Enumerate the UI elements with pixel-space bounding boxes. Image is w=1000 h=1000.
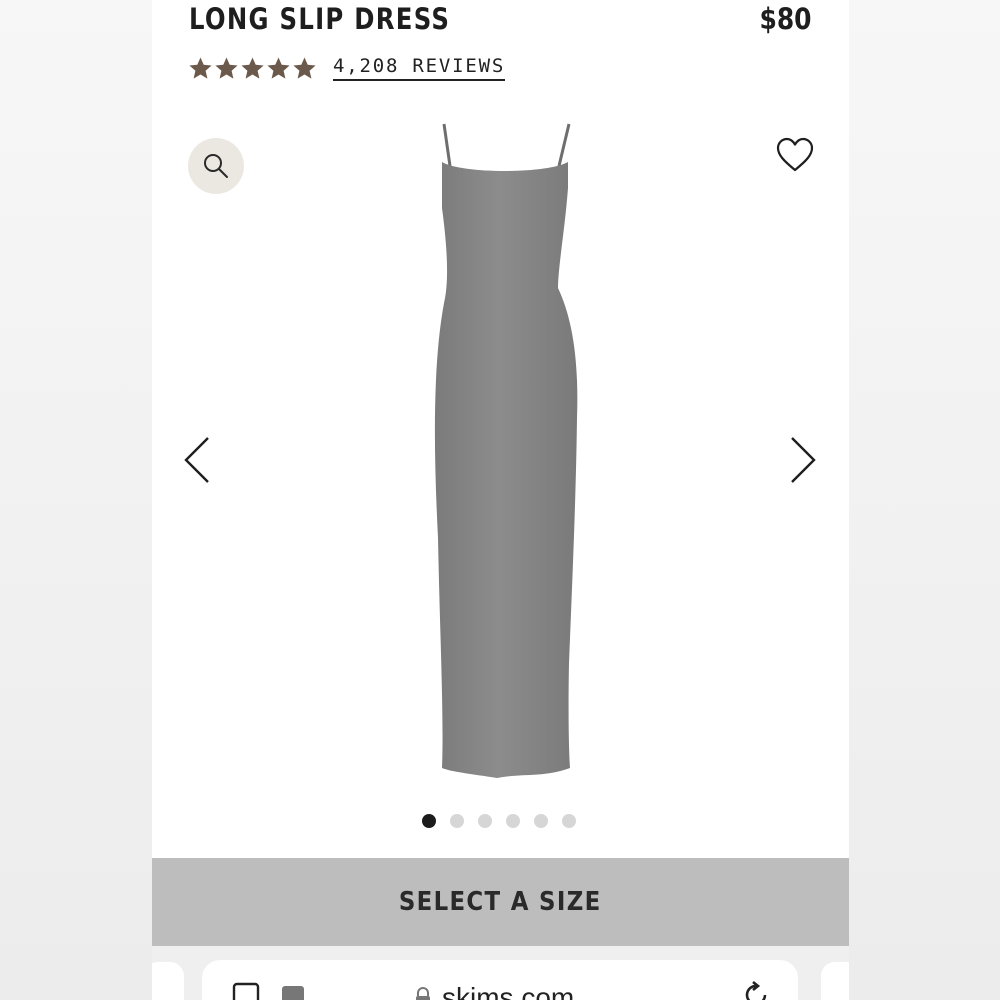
star-icon — [189, 57, 212, 79]
image-carousel-dots — [422, 814, 576, 828]
product-title: LONG SLIP DRESS — [189, 2, 451, 36]
reload-icon[interactable] — [744, 980, 770, 1000]
magnifier-icon — [204, 154, 228, 178]
product-price: $80 — [759, 2, 812, 36]
carousel-dot[interactable] — [506, 814, 520, 828]
next-tab-edge[interactable] — [821, 962, 849, 1000]
star-icon — [241, 57, 264, 79]
carousel-dot[interactable] — [478, 814, 492, 828]
star-rating — [188, 56, 317, 81]
tabs-icon[interactable] — [280, 982, 308, 1000]
heart-outline-icon — [776, 137, 814, 172]
carousel-dot[interactable] — [534, 814, 548, 828]
star-icon — [215, 57, 238, 79]
zoom-button[interactable] — [188, 138, 244, 194]
carousel-dot[interactable] — [422, 814, 436, 828]
star-icon — [267, 57, 290, 79]
product-page: LONG SLIP DRESS $80 4,208 REVIEWS SELECT… — [152, 0, 849, 1000]
address-bar[interactable]: skims.com — [202, 960, 798, 1000]
chevron-right-icon — [791, 437, 816, 483]
chevron-left-icon — [184, 437, 209, 483]
carousel-dot[interactable] — [450, 814, 464, 828]
star-icon — [293, 57, 316, 79]
url-text: skims.com — [442, 982, 575, 1000]
prev-tab-edge[interactable] — [152, 962, 184, 1000]
browser-toolbar: skims.com — [152, 946, 849, 1000]
rating-row: 4,208 REVIEWS — [188, 54, 506, 82]
prev-image-button[interactable] — [178, 432, 218, 488]
lock-icon — [416, 987, 430, 1000]
carousel-dot[interactable] — [562, 814, 576, 828]
product-image — [434, 123, 578, 778]
reader-icon[interactable] — [232, 982, 260, 1000]
wishlist-button[interactable] — [775, 136, 815, 176]
next-image-button[interactable] — [782, 432, 822, 488]
select-size-label: SELECT A SIZE — [399, 887, 602, 917]
reviews-link[interactable]: 4,208 REVIEWS — [333, 55, 506, 81]
select-size-button[interactable]: SELECT A SIZE — [152, 858, 849, 946]
